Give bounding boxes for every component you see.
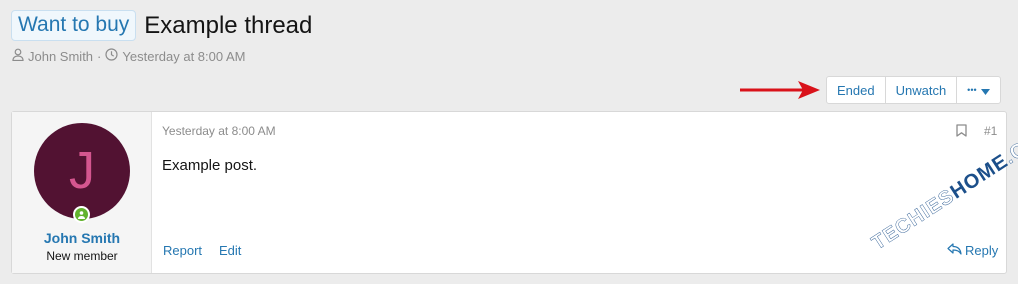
thread-date-link[interactable]: Yesterday at 8:00 AM xyxy=(122,49,245,64)
user-icon xyxy=(12,48,28,64)
meta-separator: · xyxy=(97,48,102,64)
post-username-link[interactable]: John Smith xyxy=(12,230,152,246)
page-title: Example thread xyxy=(144,11,313,39)
post-message: J John Smith New member Yesterday at 8:0… xyxy=(11,111,1007,274)
post-date-link[interactable]: Yesterday at 8:00 AM xyxy=(162,124,276,138)
thread-header: Want to buy Example thread xyxy=(11,10,312,41)
report-link[interactable]: Report xyxy=(163,243,202,258)
arrow-pointer-icon xyxy=(740,81,820,99)
thread-tools-button-group: Ended Unwatch ••• xyxy=(826,76,1001,104)
post-user-cell: J John Smith New member xyxy=(12,112,152,273)
more-options-button[interactable]: ••• xyxy=(957,77,999,103)
user-title: New member xyxy=(46,249,118,263)
reply-button[interactable]: Reply xyxy=(947,243,998,258)
caret-down-icon xyxy=(980,83,990,98)
thread-meta: John Smith · Yesterday at 8:00 AM xyxy=(12,48,246,64)
reply-label: Reply xyxy=(965,243,999,258)
post-number-link[interactable]: #1 xyxy=(984,124,997,138)
reply-icon xyxy=(947,243,962,258)
avatar[interactable]: J xyxy=(34,123,130,219)
unwatch-button[interactable]: Unwatch xyxy=(886,77,958,103)
thread-author-link[interactable]: John Smith xyxy=(28,49,93,64)
ended-button[interactable]: Ended xyxy=(827,77,886,103)
bookmark-icon[interactable] xyxy=(956,124,967,142)
online-status-icon xyxy=(73,206,90,223)
edit-link[interactable]: Edit xyxy=(219,243,241,258)
post-body: Example post. xyxy=(162,157,258,174)
more-dots-icon: ••• xyxy=(967,85,977,95)
thread-prefix-badge[interactable]: Want to buy xyxy=(11,10,137,41)
avatar-letter: J xyxy=(69,142,95,200)
clock-icon xyxy=(105,48,122,64)
